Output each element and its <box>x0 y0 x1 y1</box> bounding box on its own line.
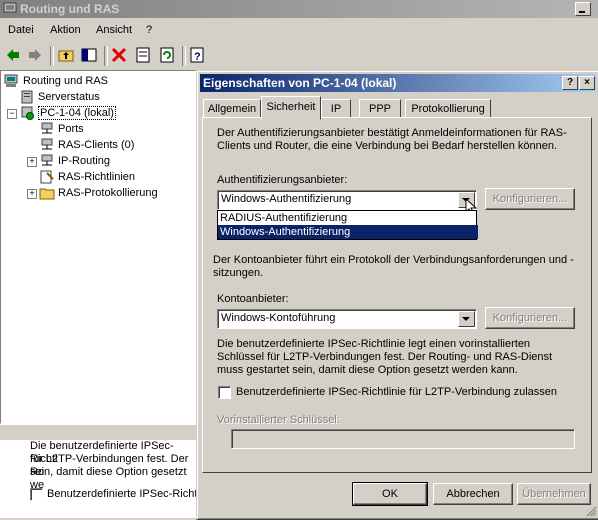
menu-ansicht[interactable]: Ansicht <box>96 24 132 36</box>
main-window-titlebar: Routing und RAS <box>0 0 598 18</box>
delete-icon[interactable] <box>110 46 128 64</box>
help-icon[interactable]: ? <box>188 46 206 64</box>
dropdown-option-windows[interactable]: Windows-Authentifizierung <box>218 225 478 239</box>
tree-item-ip-routing[interactable]: IP-Routing <box>39 153 110 169</box>
tree-label: RAS-Protokollierung <box>58 187 158 199</box>
show-hide-tree-icon[interactable] <box>80 46 98 64</box>
policy-icon <box>40 170 54 184</box>
minimize-button[interactable] <box>575 2 591 16</box>
resize-grip-icon[interactable] <box>585 505 597 517</box>
tree-label: RAS-Richtlinien <box>58 171 136 183</box>
tree-label: PC-1-04 (lokal) <box>38 106 116 120</box>
menu-bar: Datei Aktion Ansicht ? <box>0 20 598 40</box>
ipsec-description: Die benutzerdefinierte IPSec-Richtlinie … <box>217 338 553 376</box>
menu-aktion[interactable]: Aktion <box>50 24 81 36</box>
account-provider-label: Kontoanbieter: <box>217 293 289 305</box>
computer-icon <box>4 74 18 88</box>
tree-item-pc[interactable]: PC-1-04 (lokal) <box>19 105 116 121</box>
auth-provider-value: Windows-Authentifizierung <box>221 193 352 205</box>
chevron-down-icon[interactable] <box>458 311 475 327</box>
menu-help[interactable]: ? <box>146 24 152 36</box>
ok-button[interactable]: OK <box>352 482 428 506</box>
toolbar-separator <box>104 46 108 66</box>
configure-account-button[interactable]: Konfigurieren... <box>485 307 575 329</box>
close-button[interactable]: × <box>579 76 595 90</box>
tree-item-serverstatus[interactable]: Serverstatus <box>19 89 100 105</box>
tree-label: Ports <box>58 123 84 135</box>
background-checkbox-label: Benutzerdefinierte IPSec-Richtl <box>47 488 200 500</box>
tree-item-ras-clients[interactable]: RAS-Clients (0) <box>39 137 134 153</box>
ipsec-checkbox-label: Benutzerdefinierte IPSec-Richtlinie für … <box>236 386 558 398</box>
psk-input[interactable] <box>231 429 575 449</box>
tree-label: IP-Routing <box>58 155 110 167</box>
properties-dialog: Eigenschaften von PC-1-04 (lokal) ? × Al… <box>196 70 598 520</box>
auth-description: Der Authentifizierungsanbieter bestätigt… <box>217 127 567 152</box>
toolbar: ? <box>0 42 598 68</box>
account-provider-select[interactable]: Windows-Kontoführung <box>217 309 477 329</box>
tree-label: Routing und RAS <box>23 75 108 87</box>
background-panel: Die benutzerdefinierte IPSec-Richtl für … <box>0 440 200 518</box>
tab-sicherheit[interactable]: Sicherheit <box>261 96 321 120</box>
tree-item-ras-richtlinien[interactable]: RAS-Richtlinien <box>39 169 135 185</box>
server-icon <box>21 90 33 104</box>
ipsec-checkbox[interactable] <box>218 386 231 399</box>
menu-datei[interactable]: Datei <box>8 24 34 36</box>
tree-expand-toggle[interactable]: + <box>27 157 37 167</box>
account-provider-value: Windows-Kontoführung <box>221 312 336 324</box>
forward-arrow-icon[interactable] <box>26 46 44 64</box>
tree-collapse-toggle[interactable]: − <box>7 109 17 119</box>
server-running-icon <box>21 106 34 121</box>
ports-icon <box>41 122 53 134</box>
back-arrow-icon[interactable] <box>4 46 22 64</box>
console-tree: Routing und RAS Serverstatus − PC-1-04 (… <box>0 70 196 424</box>
auth-provider-select[interactable]: Windows-Authentifizierung <box>217 190 477 210</box>
refresh-icon[interactable] <box>158 46 176 64</box>
minimize-icon <box>579 11 585 13</box>
tab-protokollierung[interactable]: Protokollierung <box>405 99 491 118</box>
tab-panel-sicherheit: Der Authentifizierungsanbieter bestätigt… <box>202 117 592 473</box>
tab-ip[interactable]: IP <box>321 99 351 118</box>
background-divider <box>0 424 200 441</box>
tab-allgemein[interactable]: Allgemein <box>203 99 261 118</box>
psk-label: Vorinstallierter Schlüssel: <box>217 414 340 426</box>
help-button[interactable]: ? <box>562 76 578 90</box>
cancel-button[interactable]: Abbrechen <box>433 483 513 505</box>
tree-item-ports[interactable]: Ports <box>39 121 84 137</box>
dialog-title: Eigenschaften von PC-1-04 (lokal) <box>203 76 397 90</box>
toolbar-separator <box>50 46 54 66</box>
auth-provider-label: Authentifizierungsanbieter: <box>217 174 348 186</box>
window-title: Routing und RAS <box>20 2 120 16</box>
folder-icon <box>39 188 55 200</box>
configure-auth-button[interactable]: Konfigurieren... <box>485 188 575 210</box>
auth-provider-dropdown-list: RADIUS-Authentifizierung Windows-Authent… <box>217 210 478 240</box>
account-description: Der Kontoanbieter führt ein Protokoll de… <box>213 254 574 279</box>
computer-icon <box>3 2 17 15</box>
clients-icon <box>41 138 53 150</box>
tree-item-ras-protokollierung[interactable]: RAS-Protokollierung <box>39 185 158 201</box>
tree-label: RAS-Clients (0) <box>58 139 135 151</box>
dropdown-option-radius[interactable]: RADIUS-Authentifizierung <box>218 211 478 225</box>
tab-ppp[interactable]: PPP <box>359 99 401 118</box>
apply-button[interactable]: Übernehmen <box>517 483 591 505</box>
tree-label: Serverstatus <box>38 91 100 103</box>
dialog-titlebar: Eigenschaften von PC-1-04 (lokal) ? × <box>200 74 596 92</box>
routing-icon <box>41 154 53 166</box>
toolbar-separator <box>182 46 186 66</box>
properties-icon[interactable] <box>134 46 152 64</box>
background-checkbox <box>30 488 43 501</box>
svg-text:?: ? <box>194 51 201 63</box>
tree-item-root[interactable]: Routing und RAS <box>4 73 108 89</box>
tree-expand-toggle[interactable]: + <box>27 189 37 199</box>
up-folder-icon[interactable] <box>57 46 75 64</box>
